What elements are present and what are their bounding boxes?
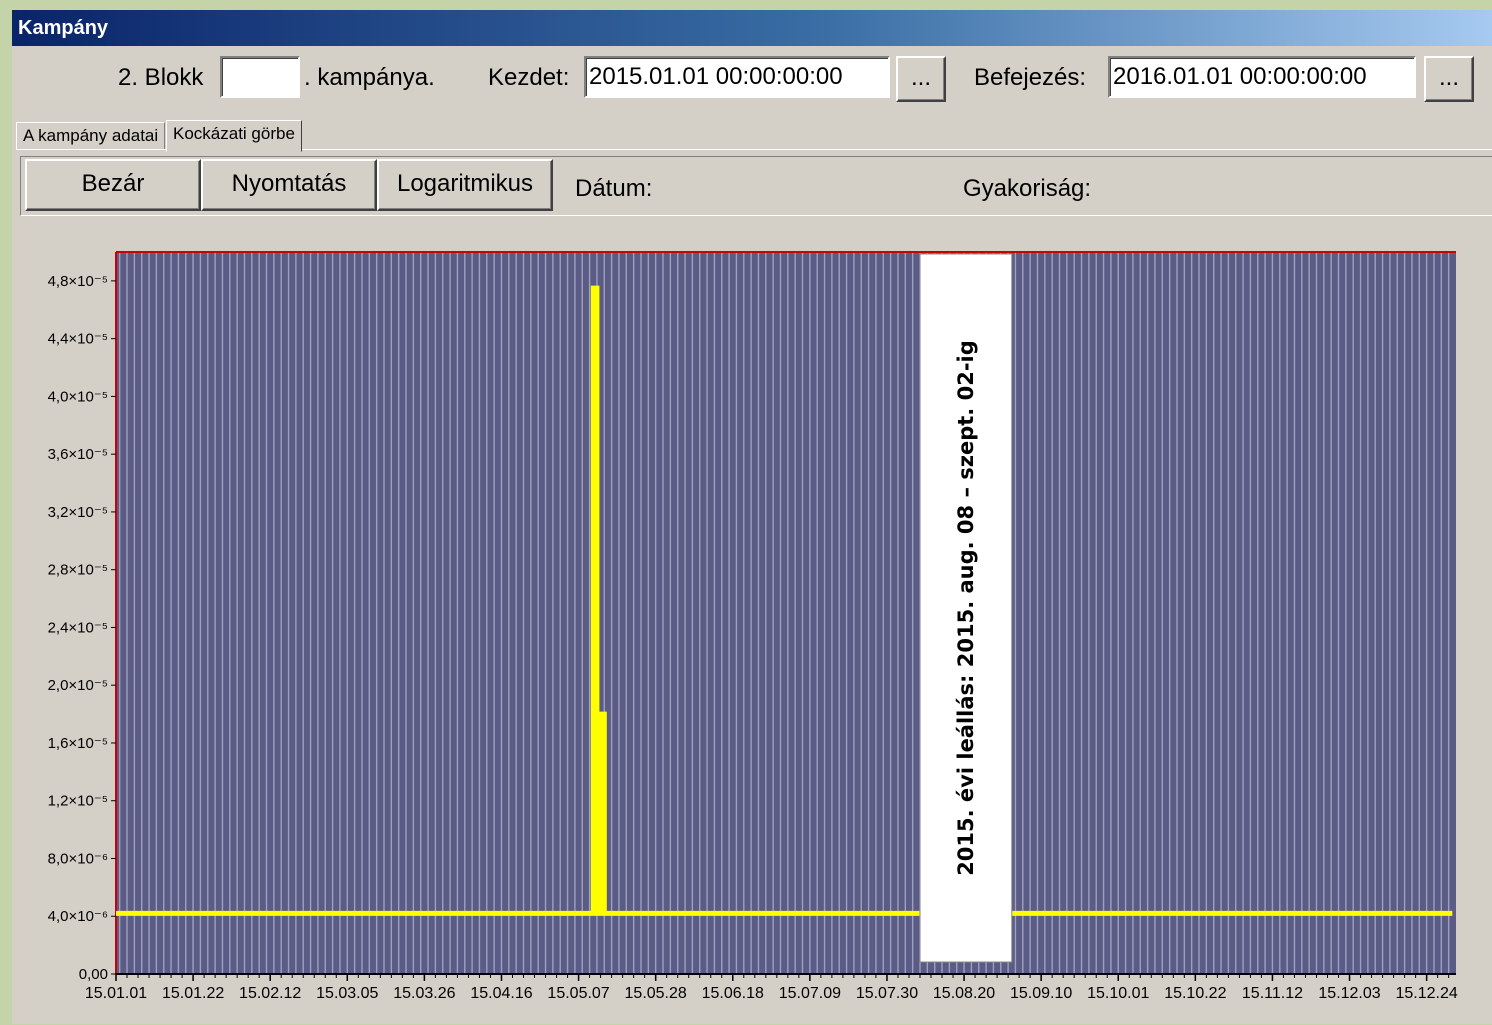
risk-curve-panel: Bezár Nyomtatás Logaritmikus Dátum: Gyak… xyxy=(16,149,1492,1025)
x-tick-label: 15.08.20 xyxy=(933,985,995,1002)
print-button[interactable]: Nyomtatás xyxy=(201,159,377,211)
x-tick-label: 15.11.12 xyxy=(1242,985,1303,1002)
x-tick-label: 15.03.05 xyxy=(316,985,378,1002)
y-tick-label: 2,4×10⁻⁵ xyxy=(48,619,108,636)
x-tick-label: 15.06.18 xyxy=(702,985,764,1002)
y-tick-label: 3,2×10⁻⁵ xyxy=(48,504,108,521)
campaign-header: 2. Blokk . kampánya. Kezdet: ... Befejez… xyxy=(12,56,1492,102)
y-tick-label: 8,0×10⁻⁶ xyxy=(48,850,108,867)
y-tick-label: 2,0×10⁻⁵ xyxy=(48,677,108,694)
close-button[interactable]: Bezár xyxy=(25,159,201,211)
tab-risk-curve[interactable]: Kockázati görbe xyxy=(166,120,302,152)
block-number-input[interactable] xyxy=(220,56,300,98)
x-tick-label: 15.12.24 xyxy=(1395,985,1457,1002)
x-tick-label: 15.07.09 xyxy=(779,985,841,1002)
x-tick-label: 15.02.12 xyxy=(239,985,301,1002)
y-tick-label: 4,0×10⁻⁶ xyxy=(48,908,108,925)
end-date-picker-button[interactable]: ... xyxy=(1424,56,1474,102)
y-tick-label: 1,6×10⁻⁵ xyxy=(48,735,108,752)
x-tick-label: 15.05.28 xyxy=(625,985,687,1002)
y-tick-label: 4,8×10⁻⁵ xyxy=(48,273,108,290)
plot-area xyxy=(116,252,1456,974)
y-tick-label: 2,8×10⁻⁵ xyxy=(48,562,108,579)
y-tick-label: 1,2×10⁻⁵ xyxy=(48,793,108,810)
tab-campaign-data[interactable]: A kampány adatai xyxy=(16,122,166,150)
x-tick-label: 15.07.30 xyxy=(856,985,918,1002)
window-title: Kampány xyxy=(18,17,109,39)
risk-curve-chart: 0,00 4,0×10⁻⁶ 8,0×10⁻⁶ 1,2×10⁻⁵ 1,6×10⁻⁵ 2,0×… xyxy=(48,251,1458,1002)
block-label: 2. Blokk xyxy=(118,64,204,91)
start-date-picker-button[interactable]: ... xyxy=(896,56,946,102)
shutdown-annotation-text: 2015. évi leállás: 2015. aug. 08 – szept… xyxy=(954,340,978,876)
x-tick-label: 15.10.01 xyxy=(1087,985,1149,1002)
end-label: Befejezés: xyxy=(974,64,1087,91)
frequency-readout-label: Gyakoriság: xyxy=(963,175,1092,202)
y-tick-label: 4,0×10⁻⁵ xyxy=(48,388,108,405)
date-readout-label: Dátum: xyxy=(575,175,653,202)
y-tick-label: 4,4×10⁻⁵ xyxy=(48,331,108,348)
x-tick-label: 15.01.01 xyxy=(85,985,147,1002)
y-tick-label: 3,6×10⁻⁵ xyxy=(48,446,108,463)
x-tick-label: 15.04.16 xyxy=(470,985,532,1002)
start-label: Kezdet: xyxy=(488,64,570,91)
x-tick-label: 15.09.10 xyxy=(1010,985,1072,1002)
x-tick-label: 15.05.07 xyxy=(547,985,609,1002)
start-date-input[interactable] xyxy=(584,56,890,98)
end-date-input[interactable] xyxy=(1108,56,1416,98)
chart-toolbar: Bezár Nyomtatás Logaritmikus Dátum: Gyak… xyxy=(20,156,1492,216)
x-tick-label: 15.10.22 xyxy=(1164,985,1226,1002)
campaign-label: . kampánya. xyxy=(304,64,435,91)
x-tick-label: 15.12.03 xyxy=(1318,985,1380,1002)
y-tick-label: 0,00 xyxy=(79,966,108,983)
logarithmic-button[interactable]: Logaritmikus xyxy=(377,159,553,211)
x-tick-label: 15.01.22 xyxy=(162,985,224,1002)
campaign-window: Kampány 2. Blokk . kampánya. Kezdet: ...… xyxy=(12,10,1492,1024)
x-tick-label: 15.03.26 xyxy=(393,985,455,1002)
title-bar[interactable]: Kampány xyxy=(12,10,1492,46)
